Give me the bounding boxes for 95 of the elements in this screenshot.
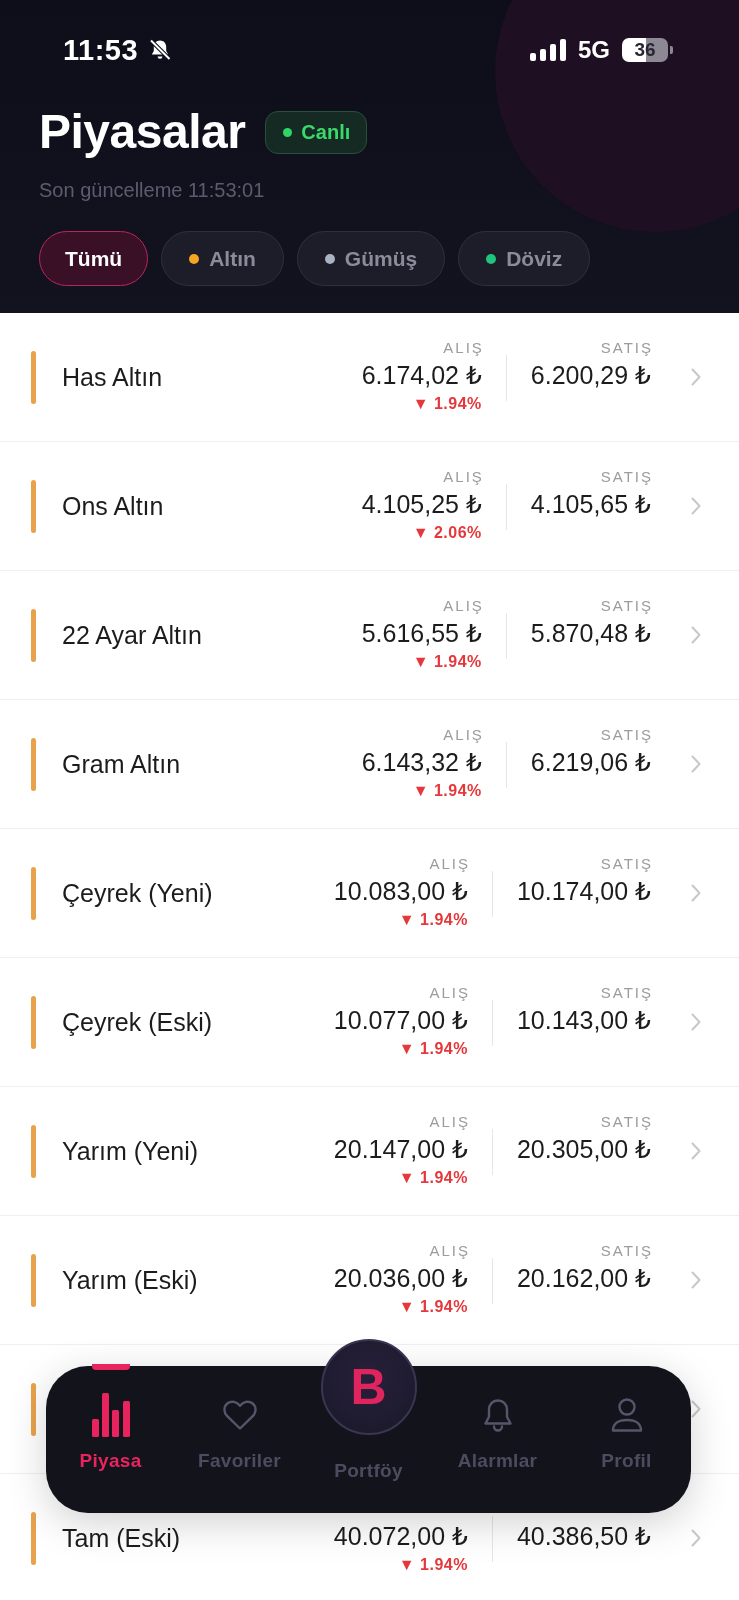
sell-price: 10.143,00 ₺	[516, 1005, 651, 1036]
buy-price: 10.077,00 ₺	[333, 1005, 468, 1036]
accent-bar	[31, 350, 36, 404]
signal-icon	[530, 39, 566, 61]
buy-label: ALIŞ	[443, 725, 484, 745]
buy-price: 4.105,25 ₺	[361, 489, 482, 520]
filter-chip[interactable]: Gümüş	[296, 231, 446, 286]
change-percent: ▼ 1.94%	[398, 910, 468, 930]
buy-price: 6.143,32 ₺	[361, 747, 482, 778]
buy-price: 6.174,02 ₺	[361, 360, 482, 391]
sell-label: SATIŞ	[600, 983, 653, 1003]
buy-label: ALIŞ	[443, 338, 484, 358]
accent-bar	[31, 608, 36, 662]
change-percent: ▼ 1.94%	[398, 1039, 468, 1059]
chevron-right-icon	[691, 368, 701, 386]
sell-label: SATIŞ	[600, 596, 653, 616]
change-percent: ▼ 2.06%	[412, 523, 482, 543]
status-time: 11:53	[63, 33, 139, 67]
nav-tab[interactable]: Piyasa	[46, 1366, 175, 1513]
sell-price: 40.386,50 ₺	[516, 1521, 651, 1552]
sell-label: SATIŞ	[600, 725, 653, 745]
chevron-right-icon	[691, 497, 701, 515]
chevron-right-icon	[691, 1400, 701, 1418]
buy-price: 40.072,00 ₺	[333, 1521, 468, 1552]
instrument-name: Çeyrek (Yeni)	[62, 878, 213, 907]
heart-icon	[222, 1398, 257, 1432]
instrument-name: Gram Altın	[62, 749, 181, 778]
change-percent: ▼ 1.94%	[412, 781, 482, 801]
sell-price: 20.162,00 ₺	[516, 1263, 651, 1294]
accent-bar	[31, 866, 36, 920]
sell-price: 10.174,00 ₺	[516, 876, 651, 907]
chevron-right-icon	[691, 755, 701, 773]
page-title: Piyasalar	[39, 105, 246, 159]
network-type: 5G	[578, 36, 610, 64]
buy-label: ALIŞ	[429, 983, 470, 1003]
change-percent: ▼ 1.94%	[398, 1297, 468, 1317]
change-percent: ▼ 1.94%	[398, 1168, 468, 1188]
buy-price: 20.036,00 ₺	[333, 1263, 468, 1294]
buy-price: 5.616,55 ₺	[361, 618, 482, 649]
sell-label: SATIŞ	[600, 1112, 653, 1132]
filter-chip[interactable]: Altın	[161, 231, 284, 286]
change-percent: ▼ 1.94%	[412, 652, 482, 672]
sell-price: 6.200,29 ₺	[530, 360, 651, 391]
live-dot-icon	[283, 127, 293, 137]
nav-tab[interactable]: Favoriler	[175, 1366, 304, 1513]
buy-label: ALIŞ	[429, 1112, 470, 1132]
change-percent: ▼ 1.94%	[398, 1555, 468, 1575]
bar-chart-icon	[91, 1393, 130, 1437]
sell-label: SATIŞ	[600, 338, 653, 358]
instrument-name: Yarım (Yeni)	[62, 1136, 199, 1165]
nav-tab[interactable]: B Portföy	[304, 1339, 433, 1513]
chevron-right-icon	[691, 1142, 701, 1160]
sell-label: SATIŞ	[600, 854, 653, 874]
buy-label: ALIŞ	[443, 596, 484, 616]
nav-tab[interactable]: Profil	[562, 1366, 691, 1513]
accent-bar	[31, 737, 36, 791]
instrument-name: Ons Altın	[62, 491, 164, 520]
instrument-name: Yarım (Eski)	[62, 1265, 198, 1294]
sell-price: 4.105,65 ₺	[530, 489, 651, 520]
accent-bar	[31, 1253, 36, 1307]
sell-label: SATIŞ	[600, 1241, 653, 1261]
buy-label: ALIŞ	[429, 854, 470, 874]
chevron-right-icon	[691, 1529, 701, 1547]
muted-bell-icon	[148, 38, 173, 62]
instrument-name: 22 Ayar Altın	[62, 620, 202, 649]
accent-bar	[31, 995, 36, 1049]
last-update-text: Son güncelleme 11:53:01	[39, 178, 266, 202]
instrument-name: Has Altın	[62, 362, 163, 391]
instrument-name: Çeyrek (Eski)	[62, 1007, 212, 1036]
accent-bar	[31, 1382, 36, 1436]
filter-chip[interactable]: Tümü	[39, 231, 149, 286]
sell-label: SATIŞ	[600, 467, 653, 487]
change-percent: ▼ 1.94%	[412, 394, 482, 414]
battery-indicator: 36	[622, 38, 673, 62]
buy-price: 20.147,00 ₺	[333, 1134, 468, 1165]
buy-price: 10.083,00 ₺	[333, 876, 468, 907]
accent-bar	[31, 1124, 36, 1178]
chevron-right-icon	[691, 884, 701, 902]
chevron-right-icon	[691, 1013, 701, 1031]
instrument-name: Tam (Eski)	[62, 1523, 181, 1552]
buy-label: ALIŞ	[429, 1241, 470, 1261]
accent-bar	[31, 479, 36, 533]
active-indicator	[91, 1364, 130, 1370]
logo-badge: B	[320, 1339, 417, 1435]
person-icon	[609, 1398, 644, 1432]
chevron-right-icon	[691, 626, 701, 644]
sell-price: 5.870,48 ₺	[530, 618, 651, 649]
nav-tab[interactable]: Alarmlar	[433, 1366, 562, 1513]
sell-price: 20.305,00 ₺	[516, 1134, 651, 1165]
chevron-right-icon	[691, 1271, 701, 1289]
buy-label: ALIŞ	[443, 467, 484, 487]
filter-chip[interactable]: Döviz	[458, 231, 591, 286]
live-label: Canlı	[301, 120, 351, 144]
sell-price: 6.219,06 ₺	[530, 747, 651, 778]
accent-bar	[31, 1511, 36, 1565]
